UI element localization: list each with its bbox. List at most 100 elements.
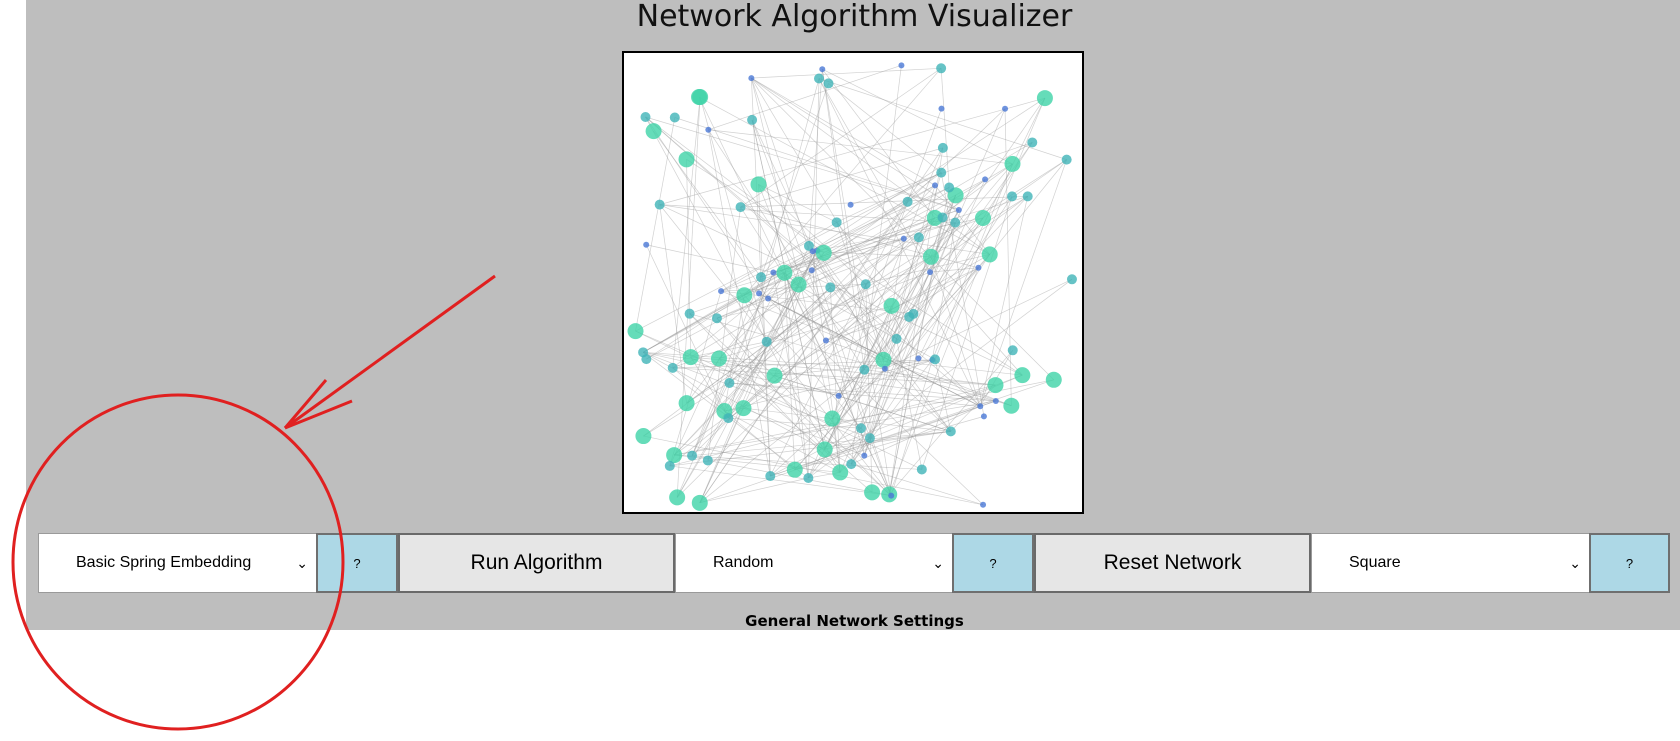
network-node[interactable] [832, 464, 849, 481]
network-node[interactable] [691, 89, 708, 106]
network-node[interactable] [809, 248, 816, 255]
reset-network-button[interactable]: Reset Network [1034, 533, 1311, 593]
network-node[interactable] [980, 501, 987, 508]
network-node[interactable] [860, 279, 871, 290]
network-node[interactable] [814, 73, 825, 84]
network-node[interactable] [808, 267, 815, 274]
network-node[interactable] [936, 167, 947, 178]
network-node[interactable] [888, 492, 895, 499]
network-node[interactable] [1036, 90, 1053, 107]
network-type-select[interactable]: Random ⌄ [675, 533, 953, 593]
network-node[interactable] [1022, 191, 1033, 202]
network-node[interactable] [710, 350, 727, 367]
network-node[interactable] [859, 364, 870, 375]
network-node[interactable] [847, 201, 854, 208]
network-node[interactable] [750, 176, 767, 193]
network-node[interactable] [915, 355, 922, 362]
network-node[interactable] [1007, 345, 1018, 356]
network-node[interactable] [898, 62, 905, 69]
network-node[interactable] [627, 323, 644, 340]
network-node[interactable] [735, 202, 746, 213]
network-node[interactable] [765, 295, 772, 302]
network-node[interactable] [735, 400, 752, 417]
network-node[interactable] [955, 206, 962, 213]
network-node[interactable] [932, 182, 939, 189]
network-node[interactable] [922, 248, 939, 265]
network-node[interactable] [864, 433, 875, 444]
network-node[interactable] [992, 397, 999, 404]
network-node[interactable] [756, 290, 763, 297]
network-node[interactable] [864, 484, 881, 501]
network-node[interactable] [678, 395, 695, 412]
network-node[interactable] [913, 232, 924, 243]
network-node[interactable] [1003, 397, 1020, 414]
network-node[interactable] [711, 313, 722, 324]
network-node[interactable] [831, 217, 842, 228]
network-node[interactable] [950, 217, 961, 228]
network-node[interactable] [684, 308, 695, 319]
network-node[interactable] [1014, 367, 1031, 384]
network-node[interactable] [667, 362, 678, 373]
network-node[interactable] [819, 66, 826, 73]
network-node[interactable] [835, 392, 842, 399]
network-node[interactable] [823, 78, 834, 89]
network-node[interactable] [1045, 371, 1062, 388]
network-node[interactable] [916, 464, 927, 475]
shape-help-button[interactable]: ? [1589, 533, 1670, 593]
network-node[interactable] [815, 244, 832, 261]
network-node[interactable] [981, 246, 998, 263]
network-node[interactable] [936, 63, 947, 74]
network-node[interactable] [718, 288, 725, 295]
algorithm-select[interactable]: Basic Spring Embedding ⌄ [38, 533, 317, 593]
network-node[interactable] [736, 287, 753, 304]
network-node[interactable] [765, 471, 776, 482]
network-node[interactable] [705, 126, 712, 133]
network-node[interactable] [974, 210, 991, 227]
network-node[interactable] [856, 423, 867, 434]
network-node[interactable] [770, 269, 777, 276]
network-node[interactable] [803, 473, 814, 484]
network-node[interactable] [669, 112, 680, 123]
network-node[interactable] [930, 354, 941, 365]
network-help-button[interactable]: ? [952, 533, 1034, 593]
network-node[interactable] [937, 212, 948, 223]
network-node[interactable] [790, 276, 807, 293]
network-node[interactable] [1066, 274, 1077, 285]
network-node[interactable] [645, 123, 662, 140]
network-node[interactable] [640, 111, 651, 122]
network-node[interactable] [945, 426, 956, 437]
network-node[interactable] [1004, 155, 1021, 172]
network-node[interactable] [678, 151, 695, 168]
network-node[interactable] [1027, 137, 1038, 148]
network-node[interactable] [825, 282, 836, 293]
network-node[interactable] [822, 337, 829, 344]
network-node[interactable] [687, 450, 698, 461]
network-node[interactable] [975, 264, 982, 271]
network-node[interactable] [927, 269, 934, 276]
network-node[interactable] [723, 413, 734, 424]
network-node[interactable] [761, 336, 772, 347]
algorithm-help-button[interactable]: ? [316, 533, 398, 593]
network-node[interactable] [861, 452, 868, 459]
network-canvas[interactable] [622, 51, 1084, 514]
network-node[interactable] [643, 241, 650, 248]
network-node[interactable] [875, 351, 892, 368]
network-node[interactable] [682, 349, 699, 366]
network-node[interactable] [747, 114, 758, 125]
run-algorithm-button[interactable]: Run Algorithm [398, 533, 675, 593]
network-node[interactable] [669, 489, 686, 506]
network-node[interactable] [748, 75, 755, 82]
network-node[interactable] [1007, 191, 1018, 202]
network-node[interactable] [1061, 154, 1072, 165]
network-node[interactable] [776, 264, 793, 281]
network-node[interactable] [987, 377, 1004, 394]
network-node[interactable] [702, 455, 713, 466]
network-node[interactable] [654, 199, 665, 210]
network-node[interactable] [908, 308, 919, 319]
network-node[interactable] [691, 494, 708, 511]
network-graph[interactable] [624, 53, 1082, 512]
network-node[interactable] [881, 365, 888, 372]
network-node[interactable] [664, 460, 675, 471]
network-node[interactable] [666, 447, 683, 464]
network-node[interactable] [982, 176, 989, 183]
